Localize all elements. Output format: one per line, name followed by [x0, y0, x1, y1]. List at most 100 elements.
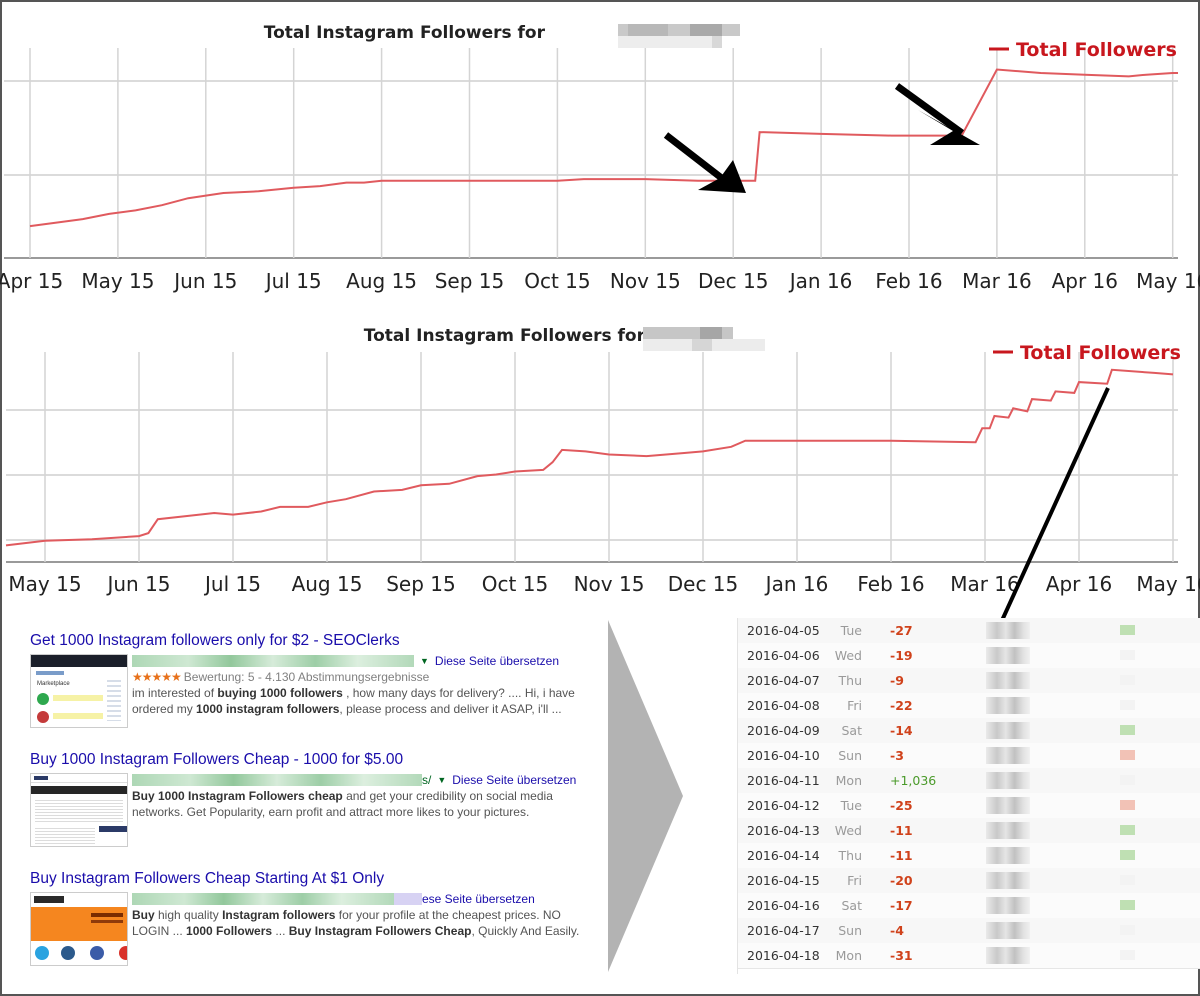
- redacted-value-cell: [986, 722, 1030, 739]
- star-rating-icon: ★★★★★: [132, 670, 182, 684]
- x-tick-label: May 15: [8, 572, 81, 596]
- translate-link[interactable]: ese Seite übersetzen: [422, 892, 535, 906]
- snippet-text: , please process and deliver it ASAP, i'…: [339, 701, 562, 716]
- snippet-bold-text: 1000 Followers: [186, 923, 273, 938]
- weekday-cell: Fri: [847, 698, 862, 713]
- follower-change-cell: -19: [890, 648, 913, 663]
- translate-link[interactable]: Diese Seite übersetzen: [452, 773, 576, 787]
- follower-change-cell: -4: [890, 923, 904, 938]
- snippet-text: high quality: [154, 908, 223, 922]
- weekday-cell: Wed: [834, 823, 862, 838]
- weekday-cell: Sun: [838, 748, 862, 763]
- series-line-total-followers: [5, 368, 1174, 547]
- thumbnail-text-page[interactable]: [30, 773, 128, 847]
- x-tick-label: Dec 15: [698, 269, 769, 293]
- x-tick-label: Jul 15: [203, 572, 261, 596]
- daily-follower-change-table: 2016-04-05 Tue -27 2016-04-06 Wed -19 2016-04-…: [737, 618, 1200, 974]
- table-row: 2016-04-13 Wed -11: [738, 818, 1200, 844]
- redacted-value-cell: [986, 647, 1030, 664]
- table-row: 2016-04-09 Sat -14: [738, 718, 1200, 744]
- x-tick-label: Jun 15: [172, 269, 237, 293]
- trend-indicator-icon: [1120, 750, 1135, 760]
- x-tick-label: May 15: [81, 269, 154, 293]
- weekday-cell: Mon: [835, 948, 862, 963]
- search-result: Buy 1000 Instagram Followers Cheap - 100…: [30, 751, 590, 853]
- weekday-cell: Sun: [838, 923, 862, 938]
- redacted-url: [132, 655, 414, 667]
- x-tick-label: Apr 16: [1046, 572, 1112, 596]
- x-tick-label: Nov 15: [574, 572, 645, 596]
- weekday-cell: Thu: [838, 848, 862, 863]
- x-tick-label: Sep 15: [435, 269, 505, 293]
- chart-title: Total Instagram Followers for: [264, 23, 546, 43]
- search-result-title-link[interactable]: Buy 1000 Instagram Followers Cheap - 100…: [30, 751, 590, 769]
- result-url-redacted[interactable]: s/ ▼ Diese Seite übersetzen: [132, 773, 592, 787]
- x-tick-label: Oct 15: [524, 269, 590, 293]
- follower-change-cell: +1,036: [890, 773, 937, 788]
- x-tick-label: Dec 15: [668, 572, 739, 596]
- redacted-value-cell: [986, 897, 1030, 914]
- trend-indicator-icon: [1120, 800, 1135, 810]
- table-row: 2016-04-18 Mon -31: [738, 943, 1200, 969]
- follower-change-cell: -14: [890, 723, 913, 738]
- table-row: 2016-04-17 Sun -4: [738, 918, 1200, 944]
- redacted-url: [132, 774, 422, 786]
- follower-change-cell: -17: [890, 898, 913, 913]
- translate-link[interactable]: Diese Seite übersetzen: [435, 654, 559, 668]
- weekday-cell: Tue: [840, 623, 862, 638]
- table-row: 2016-04-11 Mon +1,036: [738, 768, 1200, 794]
- thumbnail-orange-social[interactable]: [30, 892, 128, 966]
- search-result-title-link[interactable]: Buy Instagram Followers Cheap Starting A…: [30, 870, 590, 888]
- legend: Total Followers: [989, 39, 1177, 61]
- dropdown-triangle-icon[interactable]: ▼: [437, 775, 446, 785]
- follower-change-cell: -27: [890, 623, 913, 638]
- weekday-cell: Sat: [841, 723, 863, 738]
- series-line-total-followers: [29, 68, 1178, 228]
- annotation-arrow-dec15: [663, 132, 746, 193]
- redacted-value-cell: [986, 672, 1030, 689]
- legend: Total Followers: [993, 342, 1181, 364]
- table-row: 2016-04-16 Sat -17: [738, 893, 1200, 919]
- redacted-value-cell: [986, 872, 1030, 889]
- x-tick-label: Apr 15: [0, 269, 63, 293]
- x-axis-ticks: May 15 Jun 15 Jul 15 Aug 15 Sep 15 Oct 15 Nov …: [8, 572, 1200, 596]
- rating-text: Bewertung: 5 - 4.130 Abstimmungsergebnis…: [183, 670, 430, 684]
- x-tick-label: Jul 15: [264, 269, 322, 293]
- x-tick-label: Apr 16: [1052, 269, 1118, 293]
- facebook-icon: [90, 946, 104, 960]
- search-result: Buy Instagram Followers Cheap Starting A…: [30, 870, 590, 972]
- instagram-icon: [61, 946, 75, 960]
- snippet-bold-text: Buy: [132, 908, 155, 922]
- x-tick-label: Feb 16: [857, 572, 924, 596]
- trend-indicator-icon: [1120, 650, 1135, 660]
- trend-indicator-icon: [1120, 925, 1135, 935]
- rating: ★★★★★ Bewertung: 5 - 4.130 Abstimmungserg…: [132, 670, 592, 684]
- x-tick-label: Jun 15: [105, 572, 170, 596]
- weekday-cell: Mon: [835, 773, 862, 788]
- redacted-value-cell: [986, 697, 1030, 714]
- result-url-redacted[interactable]: ▼ Diese Seite übersetzen: [132, 654, 592, 668]
- follower-change-cell: -22: [890, 698, 913, 713]
- redacted-url-tail: [394, 893, 422, 905]
- search-result-title-link[interactable]: Get 1000 Instagram followers only for $2…: [30, 632, 590, 650]
- grid: [4, 48, 1178, 259]
- redacted-account-name: [618, 24, 740, 48]
- table-row: 2016-04-08 Fri -22: [738, 693, 1200, 719]
- trend-indicator-icon: [1120, 625, 1135, 635]
- table-row: 2016-04-05 Tue -27: [738, 618, 1200, 644]
- follower-change-cell: -31: [890, 948, 913, 963]
- table-row: 2016-04-15 Fri -20: [738, 868, 1200, 894]
- trend-indicator-icon: [1120, 775, 1135, 785]
- dropdown-triangle-icon[interactable]: ▼: [420, 656, 429, 666]
- snippet-text: , Quickly And Easily.: [471, 923, 580, 938]
- follower-change-cell: -20: [890, 873, 913, 888]
- x-tick-label: May 16: [1136, 572, 1200, 596]
- thumbnail-seoclerks[interactable]: Marketplace: [30, 654, 128, 728]
- follower-change-cell: -25: [890, 798, 913, 813]
- weekday-cell: Wed: [834, 648, 862, 663]
- trend-indicator-icon: [1120, 700, 1135, 710]
- chart-bottom: Total Instagram Followers for May 15 Jun …: [5, 326, 1200, 596]
- x-tick-label: Jan 16: [764, 572, 829, 596]
- result-url-redacted[interactable]: ese Seite übersetzen: [132, 892, 592, 906]
- table-row: 2016-04-07 Thu -9: [738, 668, 1200, 694]
